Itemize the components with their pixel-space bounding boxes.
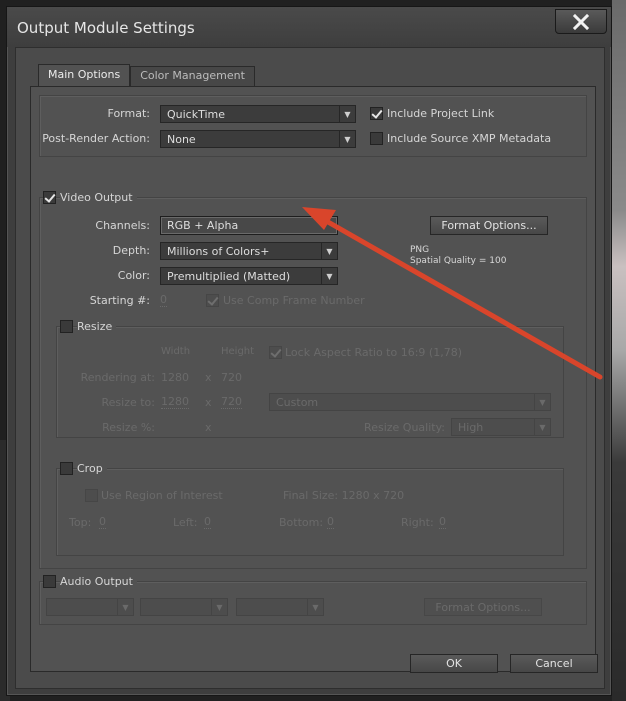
channels-value: RGB + Alpha bbox=[167, 219, 239, 232]
format-group: Format: QuickTime ▼ Include Project Link… bbox=[39, 95, 587, 157]
audio-output-title: Audio Output bbox=[60, 575, 137, 588]
channels-dropdown[interactable]: RGB + Alpha bbox=[160, 216, 338, 235]
titlebar: Output Module Settings bbox=[7, 7, 611, 47]
rendering-x: x bbox=[205, 371, 212, 384]
use-comp-frame-label: Use Comp Frame Number bbox=[223, 294, 365, 307]
crop-right-label: Right: bbox=[401, 516, 434, 529]
crop-left-label: Left: bbox=[173, 516, 198, 529]
dialog-title: Output Module Settings bbox=[17, 19, 195, 37]
format-dropdown[interactable]: QuickTime ▼ bbox=[160, 105, 356, 123]
resize-width-field[interactable]: 1280 bbox=[161, 396, 189, 409]
include-xmp-label: Include Source XMP Metadata bbox=[387, 132, 552, 145]
chevron-down-icon: ▼ bbox=[339, 131, 355, 147]
chevron-down-icon: ▼ bbox=[307, 599, 323, 615]
use-comp-frame-checkbox[interactable] bbox=[206, 294, 219, 307]
codec-name: PNG bbox=[410, 245, 430, 255]
depth-value: Millions of Colors+ bbox=[167, 244, 270, 258]
audio-channels-dropdown[interactable]: ▼ bbox=[236, 598, 324, 616]
crop-bottom-label: Bottom: bbox=[279, 516, 324, 529]
video-format-options-button[interactable]: Format Options... bbox=[430, 216, 548, 235]
use-roi-label: Use Region of Interest bbox=[101, 489, 223, 502]
resize-height-field[interactable]: 720 bbox=[221, 396, 242, 409]
crop-group: Use Region of Interest Final Size: 1280 … bbox=[56, 468, 564, 556]
resize-percent-label: Resize %: bbox=[102, 421, 155, 434]
resize-quality-value: High bbox=[458, 420, 484, 434]
color-value: Premultiplied (Matted) bbox=[167, 269, 291, 283]
color-dropdown[interactable]: Premultiplied (Matted) ▼ bbox=[160, 267, 338, 285]
dialog-content: Main Options Color Management Format: Qu… bbox=[15, 47, 605, 689]
chevron-down-icon: ▼ bbox=[534, 394, 550, 410]
post-render-label: Post-Render Action: bbox=[42, 132, 150, 145]
video-output-title: Video Output bbox=[60, 191, 137, 204]
audio-bits-dropdown[interactable]: ▼ bbox=[140, 598, 228, 616]
main-options-panel: Format: QuickTime ▼ Include Project Link… bbox=[30, 86, 596, 672]
resize-percent-x: x bbox=[205, 421, 212, 434]
crop-title: Crop bbox=[77, 462, 107, 475]
crop-left-field[interactable]: 0 bbox=[204, 516, 211, 529]
crop-top-label: Top: bbox=[69, 516, 92, 529]
post-render-value: None bbox=[167, 132, 196, 146]
tab-color-management[interactable]: Color Management bbox=[130, 66, 255, 86]
final-size-label: Final Size: 1280 x 720 bbox=[283, 489, 405, 502]
resize-group: Width Height Lock Aspect Ratio to 16:9 (… bbox=[56, 326, 564, 438]
width-header: Width bbox=[161, 346, 191, 357]
screenshot-stage: Output Module Settings Main Options Colo… bbox=[0, 0, 626, 701]
include-project-link-checkbox[interactable] bbox=[370, 107, 383, 120]
format-value: QuickTime bbox=[167, 107, 226, 121]
starting-number-field[interactable]: 0 bbox=[160, 294, 167, 307]
color-label: Color: bbox=[117, 269, 150, 282]
lock-aspect-checkbox[interactable] bbox=[269, 346, 282, 359]
chevron-down-icon: ▼ bbox=[321, 243, 337, 259]
height-header: Height bbox=[221, 346, 255, 357]
close-button[interactable] bbox=[555, 9, 607, 34]
crop-checkbox[interactable] bbox=[60, 462, 73, 475]
tab-bar: Main Options Color Management bbox=[38, 64, 255, 88]
resize-quality-label: Resize Quality: bbox=[364, 421, 445, 434]
include-xmp-checkbox[interactable] bbox=[370, 132, 383, 145]
use-roi-checkbox[interactable] bbox=[85, 489, 98, 502]
rendering-width: 1280 bbox=[161, 371, 189, 384]
background-video bbox=[612, 0, 626, 701]
include-project-link-label: Include Project Link bbox=[387, 107, 495, 120]
depth-dropdown[interactable]: Millions of Colors+ ▼ bbox=[160, 242, 338, 260]
resize-title: Resize bbox=[77, 320, 117, 333]
depth-label: Depth: bbox=[112, 244, 150, 257]
chevron-down-icon: ▼ bbox=[211, 599, 227, 615]
chevron-down-icon: ▼ bbox=[117, 599, 133, 615]
post-render-dropdown[interactable]: None ▼ bbox=[160, 130, 356, 148]
ok-button[interactable]: OK bbox=[410, 654, 498, 673]
resize-quality-dropdown[interactable]: High ▼ bbox=[451, 418, 551, 436]
output-module-settings-dialog: Output Module Settings Main Options Colo… bbox=[6, 6, 612, 696]
format-label: Format: bbox=[107, 107, 150, 120]
resize-to-label: Resize to: bbox=[101, 396, 156, 409]
chevron-down-icon: ▼ bbox=[534, 419, 550, 435]
channels-label: Channels: bbox=[95, 219, 150, 232]
resize-preset-dropdown[interactable]: Custom ▼ bbox=[269, 393, 551, 411]
codec-quality: Spatial Quality = 100 bbox=[410, 256, 507, 266]
cancel-button[interactable]: Cancel bbox=[510, 654, 598, 673]
chevron-down-icon: ▼ bbox=[321, 268, 337, 284]
rendering-at-label: Rendering at: bbox=[80, 371, 155, 384]
resize-preset-value: Custom bbox=[276, 395, 319, 409]
resize-checkbox[interactable] bbox=[60, 320, 73, 333]
tab-main-options[interactable]: Main Options bbox=[38, 64, 131, 88]
audio-format-options-button[interactable]: Format Options... bbox=[424, 598, 542, 616]
lock-aspect-label: Lock Aspect Ratio to 16:9 (1,78) bbox=[285, 346, 462, 359]
chevron-down-icon: ▼ bbox=[339, 106, 355, 122]
crop-top-field[interactable]: 0 bbox=[99, 516, 106, 529]
rendering-height: 720 bbox=[221, 371, 242, 384]
resize-to-x: x bbox=[205, 396, 212, 409]
video-output-group: Channels: RGB + Alpha Format Options... … bbox=[39, 197, 587, 569]
video-output-checkbox[interactable] bbox=[43, 191, 56, 204]
audio-rate-dropdown[interactable]: ▼ bbox=[46, 598, 134, 616]
starting-number-label: Starting #: bbox=[89, 294, 150, 307]
crop-right-field[interactable]: 0 bbox=[439, 516, 446, 529]
audio-output-checkbox[interactable] bbox=[43, 575, 56, 588]
crop-bottom-field[interactable]: 0 bbox=[327, 516, 334, 529]
close-icon bbox=[572, 13, 590, 30]
